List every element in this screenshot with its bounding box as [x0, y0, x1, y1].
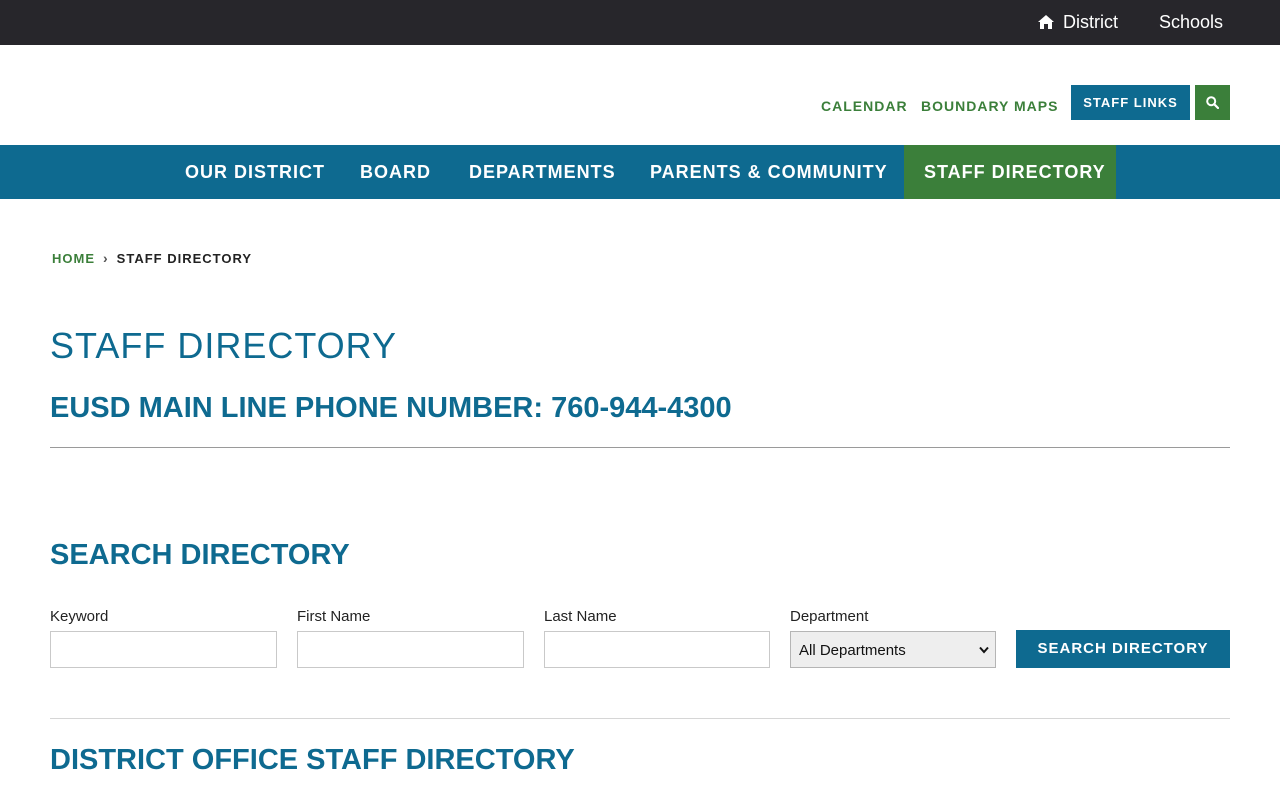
nav-staff-directory[interactable]: STAFF DIRECTORY — [904, 145, 1116, 199]
nav-board[interactable]: BOARD — [360, 145, 431, 199]
top-bar: District Schools — [0, 0, 1280, 45]
nav-parents-community[interactable]: PARENTS & COMMUNITY — [650, 145, 888, 199]
search-directory-button[interactable]: SEARCH DIRECTORY — [1016, 630, 1230, 668]
boundary-maps-link[interactable]: BOUNDARY MAPS — [921, 97, 1058, 115]
page-title: STAFF DIRECTORY — [50, 325, 398, 366]
keyword-input[interactable] — [50, 631, 277, 668]
department-select[interactable]: All Departments — [790, 631, 996, 668]
department-label: Department — [790, 608, 869, 625]
last-name-input[interactable] — [544, 631, 770, 668]
district-link[interactable]: District — [1037, 0, 1118, 45]
search-directory-heading: SEARCH DIRECTORY — [50, 539, 350, 571]
calendar-link[interactable]: CALENDAR — [821, 97, 908, 115]
first-name-label: First Name — [297, 608, 371, 625]
breadcrumb-current: STAFF DIRECTORY — [116, 251, 253, 266]
staff-links-button[interactable]: STAFF LINKS — [1071, 85, 1190, 120]
department-selected-value: All Departments — [799, 642, 906, 659]
keyword-label: Keyword — [50, 608, 109, 625]
divider — [50, 447, 1230, 448]
schools-link[interactable]: Schools — [1159, 0, 1223, 45]
main-nav: OUR DISTRICT BOARD DEPARTMENTS PARENTS &… — [0, 145, 1280, 199]
breadcrumb-separator: › — [103, 250, 109, 266]
search-button[interactable] — [1195, 85, 1230, 120]
breadcrumb-home-link[interactable]: HOME — [52, 251, 95, 266]
district-office-heading: DISTRICT OFFICE STAFF DIRECTORY — [50, 744, 575, 776]
last-name-label: Last Name — [544, 608, 617, 625]
search-icon — [1206, 96, 1219, 109]
first-name-input[interactable] — [297, 631, 524, 668]
breadcrumb: HOME › STAFF DIRECTORY — [52, 249, 252, 268]
home-icon — [1037, 2, 1055, 29]
main-phone-heading: EUSD MAIN LINE PHONE NUMBER: 760-944-430… — [50, 392, 732, 424]
nav-departments[interactable]: DEPARTMENTS — [469, 145, 616, 199]
chevron-down-icon — [979, 646, 989, 654]
divider — [50, 718, 1230, 719]
district-link-label: District — [1063, 12, 1118, 32]
nav-our-district[interactable]: OUR DISTRICT — [185, 145, 325, 199]
